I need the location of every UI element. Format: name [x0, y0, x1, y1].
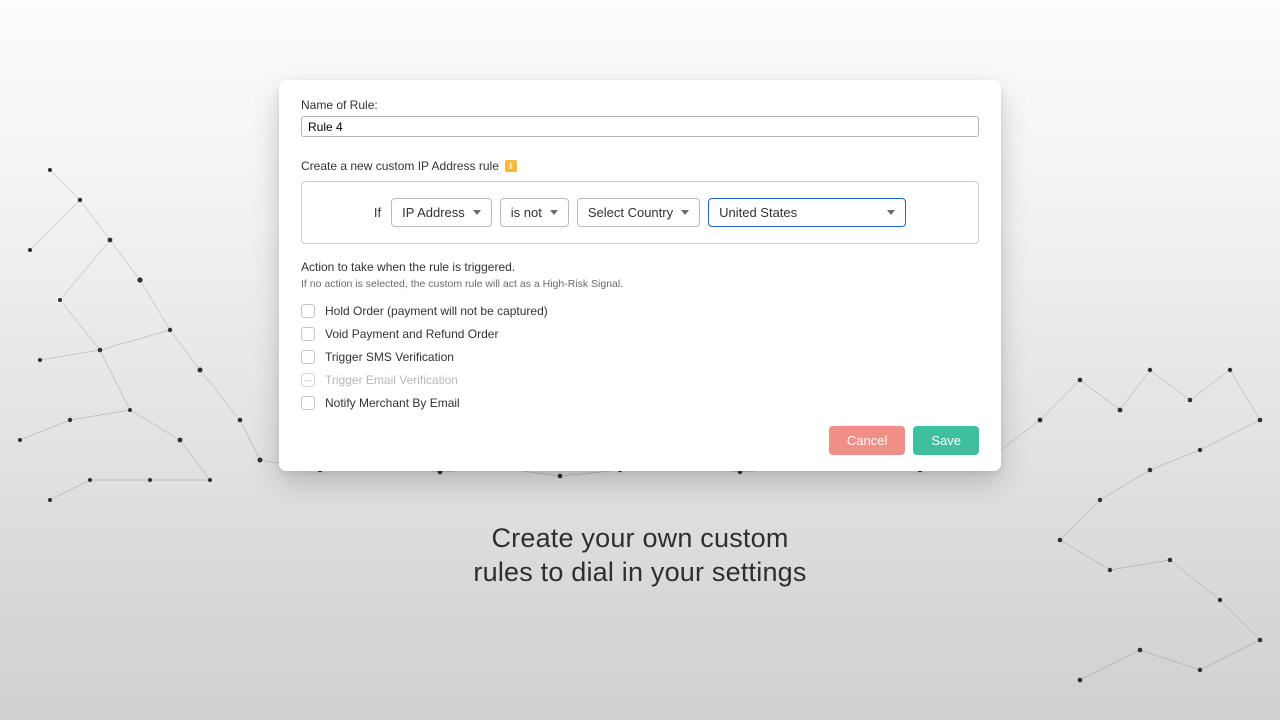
option-notify-merchant[interactable]: Notify Merchant By Email: [301, 396, 979, 410]
chevron-down-icon: [681, 210, 689, 215]
option-sms-verification[interactable]: Trigger SMS Verification: [301, 350, 979, 364]
country-label-select-value: Select Country: [588, 205, 673, 220]
action-heading: Action to take when the rule is triggere…: [301, 260, 979, 274]
action-options: Hold Order (payment will not be captured…: [301, 304, 979, 410]
checkbox-icon[interactable]: [301, 304, 315, 318]
country-label-select[interactable]: Select Country: [577, 198, 700, 227]
option-label: Hold Order (payment will not be captured…: [325, 304, 548, 318]
save-button[interactable]: Save: [913, 426, 979, 455]
checkbox-disabled-icon: [301, 373, 315, 387]
checkbox-icon[interactable]: [301, 350, 315, 364]
checkbox-icon[interactable]: [301, 327, 315, 341]
if-label: If: [374, 205, 381, 220]
chevron-down-icon: [473, 210, 481, 215]
option-label: Trigger SMS Verification: [325, 350, 454, 364]
country-value-select-value: United States: [719, 205, 797, 220]
caption-line-1: Create your own custom: [0, 522, 1280, 556]
operator-select-value: is not: [511, 205, 542, 220]
chevron-down-icon: [550, 210, 558, 215]
operator-select[interactable]: is not: [500, 198, 569, 227]
option-label: Notify Merchant By Email: [325, 396, 460, 410]
caption-line-2: rules to dial in your settings: [0, 556, 1280, 590]
option-label: Void Payment and Refund Order: [325, 327, 498, 341]
create-rule-heading: Create a new custom IP Address rule: [301, 159, 499, 173]
field-select[interactable]: IP Address: [391, 198, 492, 227]
chevron-down-icon: [887, 210, 895, 215]
cancel-button[interactable]: Cancel: [829, 426, 905, 455]
rule-condition-box: If IP Address is not Select Country Unit…: [301, 181, 979, 244]
rule-editor-card: Name of Rule: Create a new custom IP Add…: [279, 80, 1001, 471]
option-label: Trigger Email Verification: [325, 373, 458, 387]
action-subtext: If no action is selected, the custom rul…: [301, 278, 979, 290]
option-email-verification: Trigger Email Verification: [301, 373, 979, 387]
rule-name-input[interactable]: [301, 116, 979, 137]
marketing-caption: Create your own custom rules to dial in …: [0, 522, 1280, 590]
name-of-rule-label: Name of Rule:: [301, 98, 979, 112]
option-hold-order[interactable]: Hold Order (payment will not be captured…: [301, 304, 979, 318]
checkbox-icon[interactable]: [301, 396, 315, 410]
country-value-select[interactable]: United States: [708, 198, 906, 227]
info-icon[interactable]: i: [505, 160, 517, 172]
option-void-refund[interactable]: Void Payment and Refund Order: [301, 327, 979, 341]
field-select-value: IP Address: [402, 205, 465, 220]
